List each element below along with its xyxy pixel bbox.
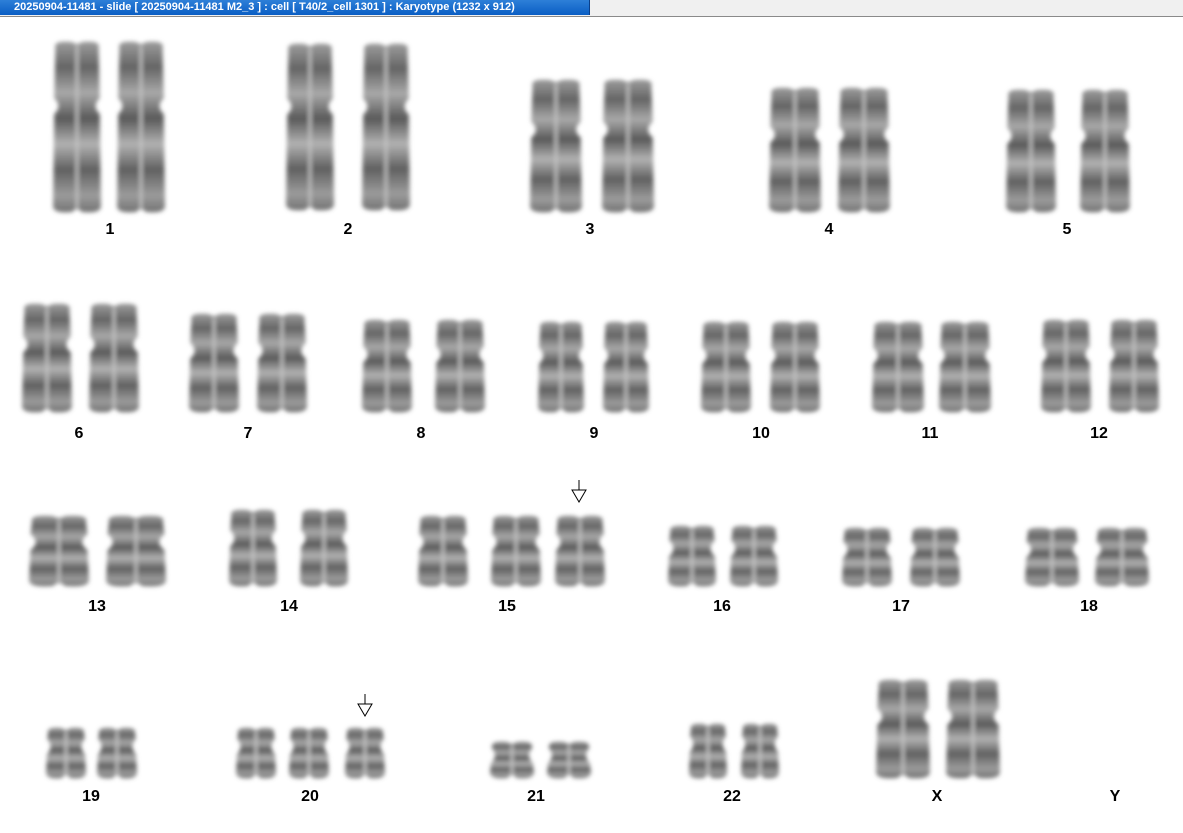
chromosome[interactable] (300, 509, 348, 587)
chromosome[interactable] (97, 727, 137, 779)
chromosome[interactable] (730, 525, 778, 587)
window-title[interactable]: 20250904-11481 - slide [ 20250904-11481 … (0, 0, 590, 15)
chromosome-label-19: 19 (82, 788, 100, 805)
chromosome-label-14: 14 (280, 598, 298, 615)
chromosome[interactable] (1025, 527, 1079, 587)
chromosome[interactable] (770, 321, 820, 413)
chromosome-label-9: 9 (590, 425, 599, 442)
chromosome[interactable] (236, 727, 276, 779)
chromosome[interactable] (345, 727, 385, 779)
chromosome[interactable] (117, 41, 165, 213)
chromosome[interactable] (1041, 319, 1091, 413)
chromosome-label-8: 8 (417, 425, 426, 442)
chromosome[interactable] (689, 723, 727, 779)
chromosome[interactable] (106, 515, 166, 587)
chromosome-label-13: 13 (88, 598, 106, 615)
chromosome[interactable] (490, 741, 534, 779)
chromosome[interactable] (538, 321, 584, 413)
chromosome[interactable] (1080, 89, 1130, 213)
chromosome[interactable] (362, 43, 410, 211)
chromosome-label-18: 18 (1080, 598, 1098, 615)
chromosome[interactable] (555, 515, 605, 587)
chromosome[interactable] (286, 43, 334, 211)
chromosome-label-4: 4 (825, 221, 834, 238)
chromosome[interactable] (872, 321, 924, 413)
chromosome[interactable] (1095, 527, 1149, 587)
chromosome[interactable] (89, 303, 139, 413)
chromosome-label-5: 5 (1063, 221, 1072, 238)
chromosome[interactable] (1109, 319, 1159, 413)
chromosome[interactable] (602, 79, 654, 213)
chromosome-label-y: Y (1110, 788, 1121, 805)
chromosome[interactable] (603, 321, 649, 413)
chromosome[interactable] (530, 79, 582, 213)
chromosome[interactable] (53, 41, 101, 213)
chromosome-label-16: 16 (713, 598, 731, 615)
chromosome[interactable] (939, 321, 991, 413)
chromosome[interactable] (189, 313, 239, 413)
chromosome[interactable] (257, 313, 307, 413)
chromosome[interactable] (29, 515, 89, 587)
chromosome-label-2: 2 (344, 221, 353, 238)
chromosome[interactable] (289, 727, 329, 779)
chromosome[interactable] (946, 679, 1000, 779)
chromosome-label-3: 3 (586, 221, 595, 238)
karyotype-canvas: 1 2 3 4 56 7 8 9 10 11 1213 14 15 16 17 1819 20 21 22 X Y (22, 41, 1159, 805)
chromosome[interactable] (418, 515, 468, 587)
chromosome-label-7: 7 (244, 425, 253, 442)
chromosome-label-15: 15 (498, 598, 516, 615)
chromosome[interactable] (741, 723, 779, 779)
chromosome-label-21: 21 (527, 788, 545, 805)
chromosome[interactable] (842, 527, 892, 587)
chromosome[interactable] (769, 87, 821, 213)
chromosome-label-x: X (932, 788, 943, 805)
abnormality-arrow-icon (571, 480, 587, 503)
chromosome[interactable] (46, 727, 86, 779)
chromosome[interactable] (435, 319, 485, 413)
chromosome[interactable] (701, 321, 751, 413)
chromosome[interactable] (491, 515, 541, 587)
chromosome[interactable] (838, 87, 890, 213)
chromosome-label-17: 17 (892, 598, 910, 615)
chromosome[interactable] (876, 679, 930, 779)
chromosome[interactable] (910, 527, 960, 587)
chromosome-label-20: 20 (301, 788, 319, 805)
chromosome[interactable] (229, 509, 277, 587)
abnormality-arrow-icon (357, 694, 373, 717)
chromosome-label-11: 11 (922, 425, 939, 442)
chromosome[interactable] (22, 303, 72, 413)
chromosome-label-10: 10 (752, 425, 770, 442)
chromosome[interactable] (1006, 89, 1056, 213)
chromosome[interactable] (547, 741, 591, 779)
chromosome-label-6: 6 (75, 425, 84, 442)
chromosome[interactable] (362, 319, 412, 413)
chromosome[interactable] (668, 525, 716, 587)
window-title-bar: 20250904-11481 - slide [ 20250904-11481 … (0, 0, 1183, 17)
chromosome-label-12: 12 (1090, 425, 1108, 442)
chromosome-label-1: 1 (106, 221, 115, 238)
chromosome-label-22: 22 (723, 788, 741, 805)
